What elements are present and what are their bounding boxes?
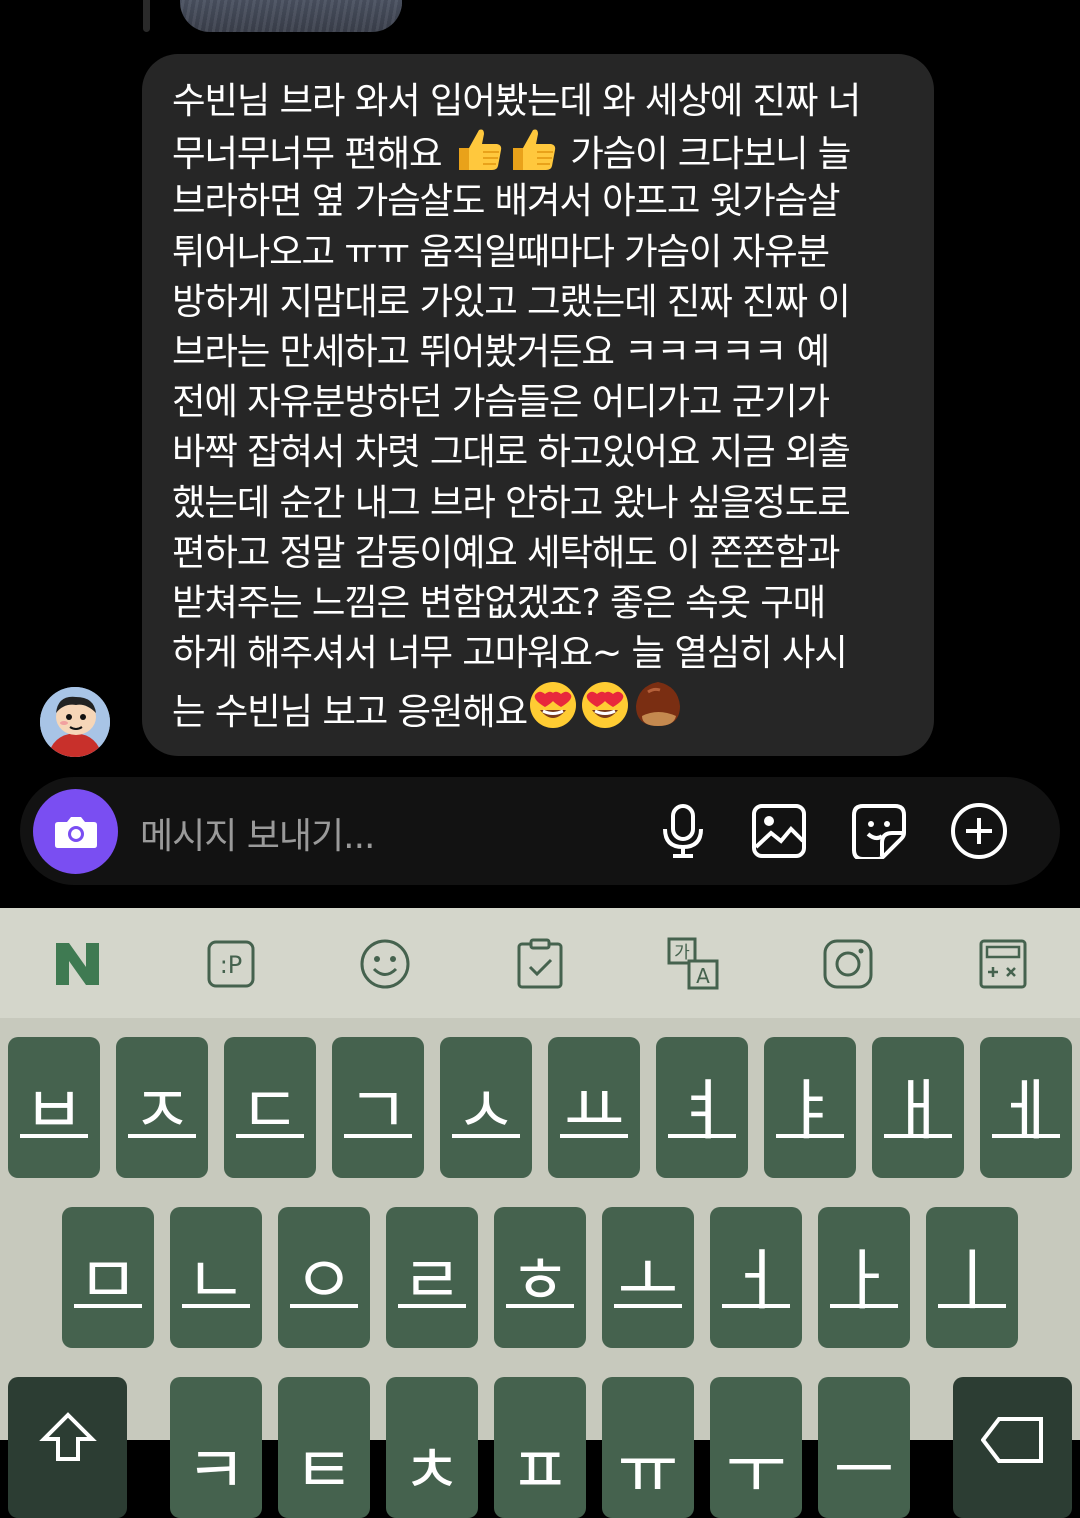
plus-circle-icon [951,803,1007,859]
key-h[interactable]: ㅎ [494,1207,586,1348]
message-line: 브라하면 옆 가슴살도 배겨서 아프고 윗가슴살 [172,179,840,223]
message-text: 가슴이 크다보니 늘 [570,132,851,176]
message-line: 전에 자유분방하던 가슴들은 어디가고 군기가 [172,380,830,424]
message-composer[interactable]: 메시지 보내기... [20,777,1060,885]
translate-icon[interactable]: 가A [666,936,722,992]
shift-icon [38,1412,97,1461]
message-line: 브라는 만세하고 뛰어봤거든요 ㅋㅋㅋㅋㅋ 예 [172,329,830,373]
key-yo[interactable]: ㅛ [548,1037,640,1178]
keyboard-toolbar: :P 가A [0,908,1080,1018]
key-n[interactable]: ㄴ [170,1207,262,1348]
instagram-icon[interactable] [820,936,876,992]
message-line: 무너무너무 편해요 가슴이 크다보니 늘 [172,126,910,176]
message-line: 방하게 지맘대로 가있고 그랬는데 진짜 진짜 이 [172,279,851,323]
svg-text::P: :P [220,951,243,979]
key-u[interactable]: ㅜ [710,1377,802,1518]
backspace-icon [980,1417,1043,1463]
key-ch[interactable]: ㅊ [386,1377,478,1518]
avatar-image [40,687,110,757]
p-icon[interactable]: :P [203,936,259,992]
key-yeo[interactable]: ㅕ [656,1037,748,1178]
key-i[interactable]: ㅣ [926,1207,1018,1348]
svg-text:A: A [696,964,710,988]
key-ae[interactable]: ㅐ [872,1037,964,1178]
gallery-button[interactable] [747,799,811,863]
key-j[interactable]: ㅈ [116,1037,208,1178]
key-ng[interactable]: ㅇ [278,1207,370,1348]
key-g[interactable]: ㄱ [332,1037,424,1178]
naver-n-icon[interactable] [49,936,105,992]
previous-image-message[interactable] [180,0,402,32]
chestnut-icon [632,678,684,743]
clipboard-icon[interactable] [512,936,568,992]
calculator-icon[interactable] [975,936,1031,992]
camera-icon [54,816,97,848]
message-line: 튀어나오고 ㅠㅠ 움직일때마다 가슴이 자유분 [172,229,830,273]
message-line: 편하고 정말 감동이예요 세탁해도 이 쫀쫀함과 [172,530,840,574]
sticker-icon [852,804,906,859]
microphone-icon [663,804,703,858]
image-icon [752,804,806,858]
message-text: 무너무너무 편해요 [172,132,443,176]
key-eu[interactable]: ㅡ [818,1377,910,1518]
keyboard: :P 가A ㅂ ㅈ ㄷ ㄱ ㅅ ㅛ ㅕ ㅑ ㅐ ㅔ ㅁ ㄴ ㅇ ㄹ ㅎ ㅗ ㅓ … [0,908,1080,1518]
heart-eyes-icon [528,680,578,743]
message-line: 했는데 순간 내그 브라 안하고 왔나 싶을정도로 [172,480,851,524]
message-text: 는 수빈님 보고 응원해요 [172,690,528,734]
key-o[interactable]: ㅗ [602,1207,694,1348]
key-e[interactable]: ㅔ [980,1037,1072,1178]
key-ya[interactable]: ㅑ [764,1037,856,1178]
message-bubble[interactable]: 수빈님 브라 와서 입어봤는데 와 세상에 진짜 너 무너무너무 편해요 가슴이… [142,54,934,756]
key-t[interactable]: ㅌ [278,1377,370,1518]
key-yu[interactable]: ㅠ [602,1377,694,1518]
heart-eyes-icon [580,680,630,743]
add-button[interactable] [947,799,1011,863]
key-s[interactable]: ㅅ [440,1037,532,1178]
camera-button[interactable] [33,789,118,874]
key-b[interactable]: ㅂ [8,1037,100,1178]
avatar[interactable] [40,687,110,757]
sticker-button[interactable] [847,799,911,863]
message-line: 하게 해주셔서 너무 고마워요~ 늘 열심히 사시 [172,631,848,675]
chat-area: 수빈님 브라 와서 입어봤는데 와 세상에 진짜 너 무너무너무 편해요 가슴이… [0,0,1080,908]
key-p[interactable]: ㅍ [494,1377,586,1518]
backspace-key[interactable] [953,1377,1072,1518]
emoji-icon[interactable] [357,936,413,992]
microphone-button[interactable] [651,799,715,863]
shift-key[interactable] [8,1377,127,1518]
key-d[interactable]: ㄷ [224,1037,316,1178]
key-r[interactable]: ㄹ [386,1207,478,1348]
message-input[interactable]: 메시지 보내기... [140,807,375,859]
message-line: 는 수빈님 보고 응원해요 [172,678,910,733]
message-line: 바짝 잡혀서 차렷 그대로 하고있어요 지금 외출 [172,430,851,474]
key-m[interactable]: ㅁ [62,1207,154,1348]
key-k[interactable]: ㅋ [170,1377,262,1518]
key-eo[interactable]: ㅓ [710,1207,802,1348]
scroll-indicator [143,0,150,32]
key-a[interactable]: ㅏ [818,1207,910,1348]
message-line: 수빈님 브라 와서 입어봤는데 와 세상에 진짜 너 [172,79,861,122]
message-line: 받쳐주는 느낌은 변함없겠죠? 좋은 속옷 구매 [172,580,826,624]
